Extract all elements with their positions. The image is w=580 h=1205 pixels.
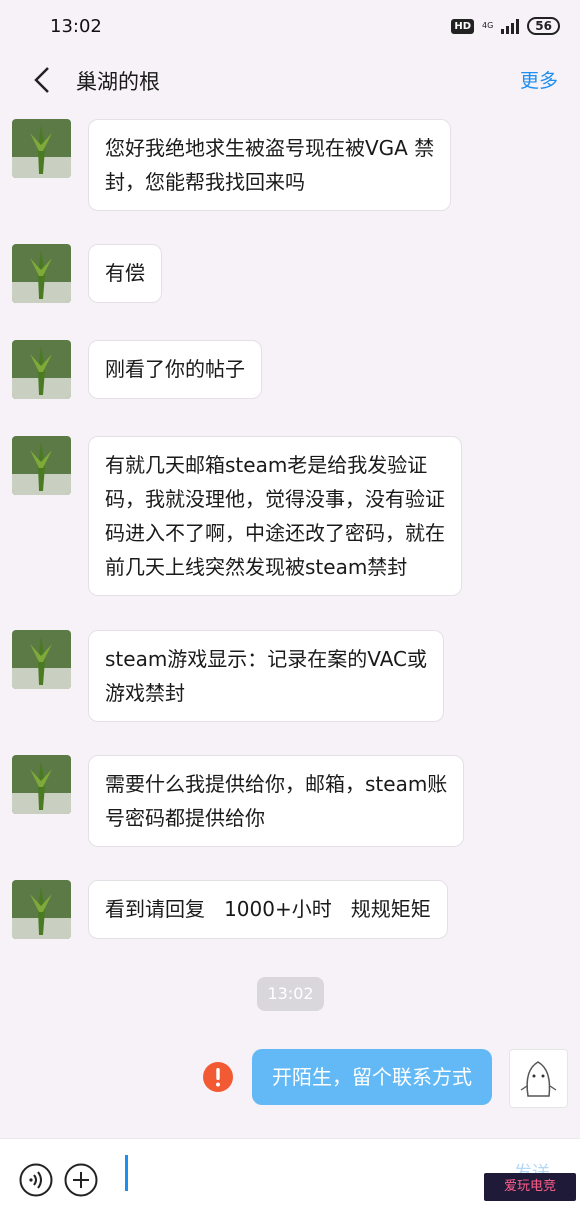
chat-timestamp: 13:02: [257, 977, 324, 1011]
status-indicators: HD 4G 56: [451, 17, 560, 35]
battery-icon: 56: [527, 17, 560, 35]
message-bubble[interactable]: 看到请回复 1000+小时 规规矩矩: [88, 880, 448, 939]
contact-avatar[interactable]: [12, 340, 71, 399]
voice-icon[interactable]: [19, 1163, 53, 1197]
message-bubble[interactable]: 有就几天邮箱steam老是给我发验证 码，我就没理他，觉得没事，没有验证 码进入…: [88, 436, 462, 596]
message-input[interactable]: [118, 1153, 498, 1197]
message-row: 刚看了你的帖子: [12, 340, 262, 399]
message-bubble[interactable]: steam游戏显示：记录在案的VAC或 游戏禁封: [88, 630, 445, 722]
contact-avatar[interactable]: [12, 755, 71, 814]
hd-icon: HD: [451, 18, 474, 34]
my-avatar[interactable]: [509, 1049, 568, 1108]
message-bubble[interactable]: 刚看了你的帖子: [88, 340, 262, 399]
message-row: 您好我绝地求生被盗号现在被VGA 禁 封，您能帮我找回来吗: [12, 119, 452, 211]
message-bubble[interactable]: 您好我绝地求生被盗号现在被VGA 禁 封，您能帮我找回来吗: [88, 119, 452, 211]
message-bubble[interactable]: 有偿: [88, 244, 162, 303]
signal-icon: 4G: [482, 22, 493, 30]
contact-avatar[interactable]: [12, 630, 71, 689]
watermark-logo: 爱玩电竞: [484, 1173, 576, 1201]
status-time: 13:02: [50, 15, 102, 37]
contact-avatar[interactable]: [12, 244, 71, 303]
message-row: 需要什么我提供给你，邮箱，steam账 号密码都提供给你: [12, 755, 465, 847]
message-row: 看到请回复 1000+小时 规规矩矩: [12, 880, 448, 939]
back-arrow-icon[interactable]: [30, 65, 54, 95]
outgoing-message-row: 开陌生，留个联系方式: [202, 1049, 492, 1105]
chat-title: 巢湖的根: [76, 70, 160, 94]
message-row: 有就几天邮箱steam老是给我发验证 码，我就没理他，觉得没事，没有验证 码进入…: [12, 436, 462, 596]
signal-bars-icon: [501, 18, 520, 34]
contact-avatar[interactable]: [12, 880, 71, 939]
contact-avatar[interactable]: [12, 436, 71, 495]
message-row: 有偿: [12, 244, 162, 303]
outgoing-message-bubble[interactable]: 开陌生，留个联系方式: [252, 1049, 492, 1105]
chat-header: 巢湖的根 更多: [0, 52, 580, 108]
status-bar: 13:02 HD 4G 56: [0, 0, 580, 52]
message-row: steam游戏显示：记录在案的VAC或 游戏禁封: [12, 630, 445, 722]
send-failed-icon[interactable]: [202, 1061, 234, 1093]
network-type: 4G: [482, 21, 494, 30]
message-bubble[interactable]: 需要什么我提供给你，邮箱，steam账 号密码都提供给你: [88, 755, 465, 847]
more-button[interactable]: 更多: [520, 66, 558, 93]
contact-avatar[interactable]: [12, 119, 71, 178]
text-cursor: [125, 1155, 128, 1191]
plus-icon[interactable]: [64, 1163, 98, 1197]
